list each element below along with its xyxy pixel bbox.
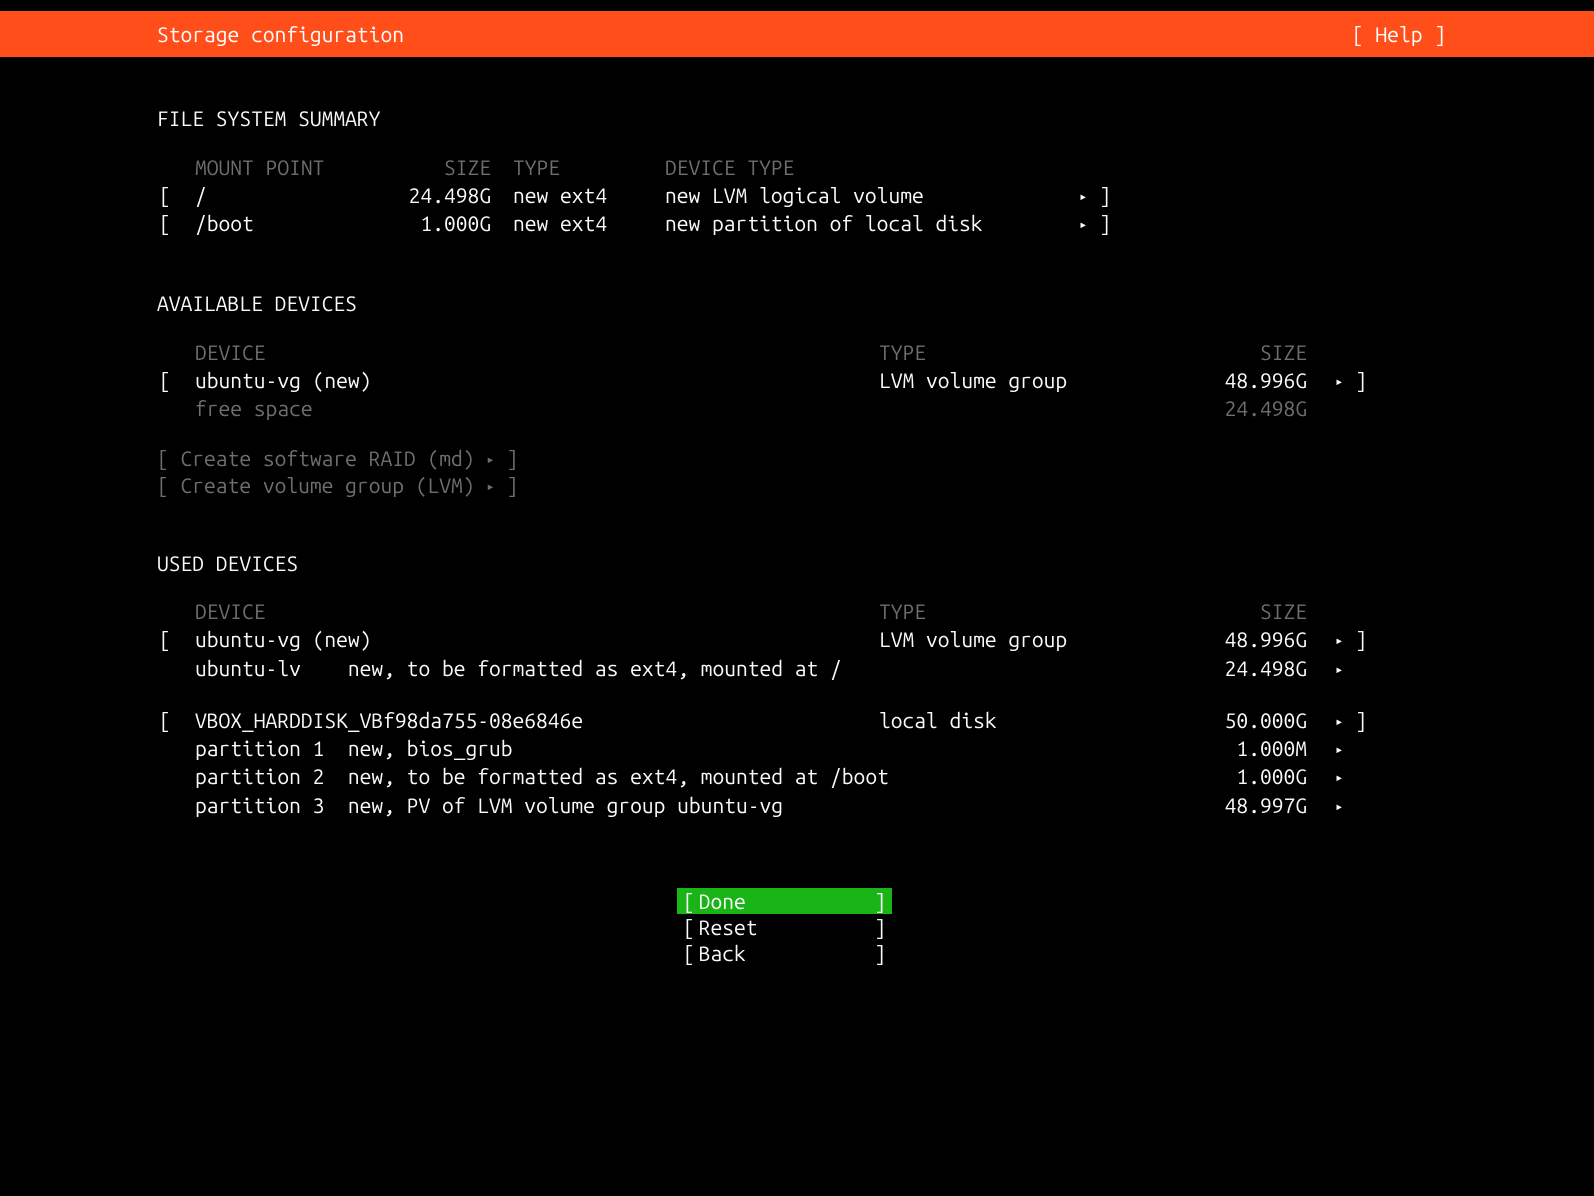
button-label: Back — [695, 940, 874, 966]
create-lvm-option[interactable]: [ Create volume group (LVM) ▸ ] — [157, 472, 1250, 498]
chevron-right-icon: ▸ — [1335, 798, 1343, 816]
available-heading: AVAILABLE DEVICES — [157, 290, 1250, 316]
reset-button[interactable]: [Reset] — [677, 914, 892, 940]
chevron-right-icon: ▸ — [486, 478, 494, 496]
button-label: Done — [695, 888, 874, 914]
chevron-right-icon: ▸ — [1335, 632, 1343, 650]
col-device: DEVICE — [195, 339, 877, 365]
avail-row: free space 24.498G — [159, 395, 1367, 421]
used-row[interactable]: partition 3 new, PV of LVM volume group … — [159, 792, 1367, 818]
fs-size: 24.498G — [393, 182, 511, 208]
used-table: DEVICE TYPE SIZE [ ubuntu-vg (new) LVM v… — [157, 596, 1369, 820]
device-type: LVM volume group — [879, 626, 1199, 652]
used-row[interactable]: partition 1 new, bios_grub 1.000M ▸ — [159, 735, 1367, 761]
used-row[interactable]: [ ubuntu-vg (new) LVM volume group 48.99… — [159, 626, 1367, 652]
chevron-right-icon: ▸ — [1079, 188, 1087, 206]
device-name: partition 2 new, to be formatted as ext4… — [195, 763, 1199, 789]
device-name: ubuntu-vg (new) — [195, 626, 877, 652]
col-type: TYPE — [513, 154, 663, 180]
option-label: Create volume group (LVM) — [181, 473, 475, 497]
chevron-right-icon: ▸ — [1335, 741, 1343, 759]
device-name: ubuntu-lv new, to be formatted as ext4, … — [195, 655, 1199, 681]
fs-type: new ext4 — [513, 210, 663, 236]
button-column: [Done] [Reset] [Back] — [677, 888, 892, 967]
used-row[interactable]: [ VBOX_HARDDISK_VBf98da755-08e6846e loca… — [159, 707, 1367, 733]
used-row[interactable]: ubuntu-lv new, to be formatted as ext4, … — [159, 655, 1367, 681]
device-size: 1.000G — [1201, 763, 1307, 789]
fs-row[interactable]: [ / 24.498G new ext4 new LVM logical vol… — [159, 182, 1111, 208]
used-heading: USED DEVICES — [157, 550, 1250, 576]
back-button[interactable]: [Back] — [677, 940, 892, 966]
device-size: 48.997G — [1201, 792, 1307, 818]
col-type: TYPE — [879, 339, 1199, 365]
available-table: DEVICE TYPE SIZE [ ubuntu-vg (new) LVM v… — [157, 337, 1369, 424]
chevron-right-icon: ▸ — [1335, 713, 1343, 731]
fs-mount: /boot — [195, 210, 391, 236]
device-size: 48.996G — [1201, 367, 1307, 393]
content-area: FILE SYSTEM SUMMARY MOUNT POINT SIZE TYP… — [0, 57, 1250, 966]
chevron-right-icon: ▸ — [1335, 373, 1343, 391]
create-raid-option[interactable]: [ Create software RAID (md) ▸ ] — [157, 445, 1250, 471]
chevron-right-icon: ▸ — [1335, 661, 1343, 679]
fs-summary-heading: FILE SYSTEM SUMMARY — [157, 105, 1250, 131]
device-size: 24.498G — [1201, 395, 1307, 421]
chevron-right-icon: ▸ — [486, 451, 494, 469]
col-type: TYPE — [879, 598, 1199, 624]
col-size: SIZE — [1201, 598, 1307, 624]
col-dtype: DEVICE TYPE — [665, 154, 1077, 180]
fs-size: 1.000G — [393, 210, 511, 236]
device-name: partition 1 new, bios_grub — [195, 735, 1199, 761]
device-name: ubuntu-vg (new) — [195, 367, 877, 393]
col-mount: MOUNT POINT — [195, 154, 391, 180]
used-row[interactable]: partition 2 new, to be formatted as ext4… — [159, 763, 1367, 789]
help-button[interactable]: [ Help ] — [1352, 21, 1446, 47]
device-type: LVM volume group — [879, 367, 1199, 393]
device-name: free space — [195, 395, 877, 421]
fs-mount: / — [195, 182, 391, 208]
device-name: partition 3 new, PV of LVM volume group … — [195, 792, 1199, 818]
device-type: local disk — [879, 707, 1199, 733]
header-bar: Storage configuration [ Help ] — [0, 11, 1594, 57]
device-size: 24.498G — [1201, 655, 1307, 681]
col-size: SIZE — [393, 154, 511, 180]
fs-type: new ext4 — [513, 182, 663, 208]
avail-header-row: DEVICE TYPE SIZE — [159, 339, 1367, 365]
used-header-row: DEVICE TYPE SIZE — [159, 598, 1367, 624]
page-title: Storage configuration — [157, 21, 404, 47]
button-label: Reset — [695, 914, 874, 940]
fs-dtype: new partition of local disk — [665, 210, 1077, 236]
option-label: Create software RAID (md) — [181, 446, 475, 470]
chevron-right-icon: ▸ — [1335, 769, 1343, 787]
fs-dtype: new LVM logical volume — [665, 182, 1077, 208]
chevron-right-icon: ▸ — [1079, 216, 1087, 234]
col-device: DEVICE — [195, 598, 877, 624]
device-size: 48.996G — [1201, 626, 1307, 652]
avail-row[interactable]: [ ubuntu-vg (new) LVM volume group 48.99… — [159, 367, 1367, 393]
fs-row[interactable]: [ /boot 1.000G new ext4 new partition of… — [159, 210, 1111, 236]
device-size: 50.000G — [1201, 707, 1307, 733]
device-size: 1.000M — [1201, 735, 1307, 761]
device-name: VBOX_HARDDISK_VBf98da755-08e6846e — [195, 707, 877, 733]
fs-header-row: MOUNT POINT SIZE TYPE DEVICE TYPE — [159, 154, 1111, 180]
done-button[interactable]: [Done] — [677, 888, 892, 914]
col-size: SIZE — [1201, 339, 1307, 365]
fs-summary-table: MOUNT POINT SIZE TYPE DEVICE TYPE [ / 24… — [157, 152, 1113, 239]
